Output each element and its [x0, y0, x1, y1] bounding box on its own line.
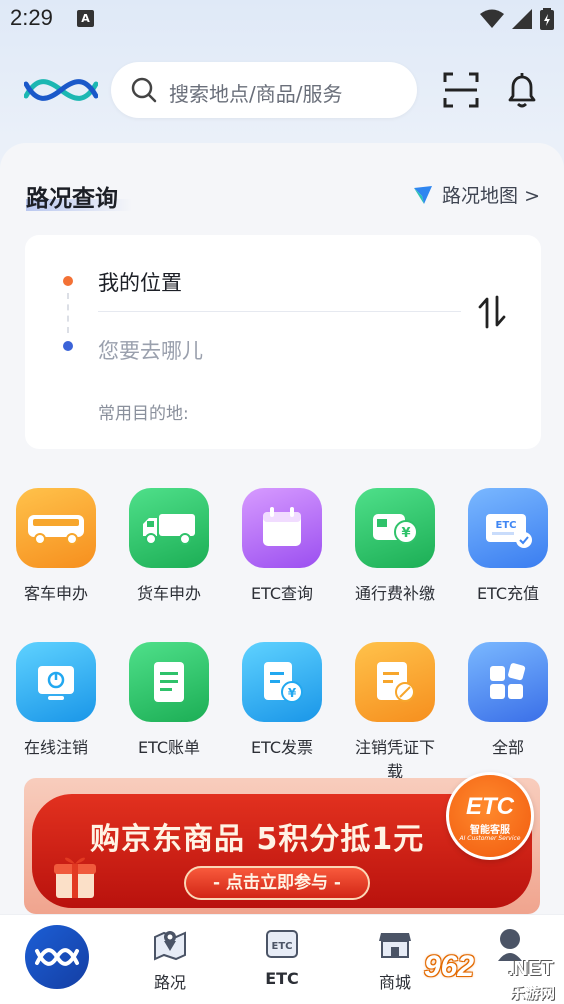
search-box[interactable]: 搜索地点/商品/服务 [111, 62, 417, 118]
service-label: 在线注销 [23, 738, 88, 757]
route-card: 我的位置 您要去哪儿 常用目的地: [25, 235, 541, 449]
top-bar: 搜索地点/商品/服务 [0, 60, 564, 120]
destination-field[interactable]: 您要去哪儿 [98, 335, 203, 365]
common-destinations-label: 常用目的地: [98, 404, 189, 424]
notification-bell-icon[interactable] [502, 70, 542, 110]
service-etc-invoice[interactable]: ¥ ETC发票 [227, 642, 337, 760]
service-etc-query[interactable]: ETC查询 [227, 488, 337, 606]
service-bus-apply[interactable]: 客车申办 [1, 488, 111, 606]
route-divider [98, 311, 461, 312]
navigation-arrow-icon [414, 185, 433, 204]
from-location-field[interactable]: 我的位置 [98, 267, 182, 297]
service-label: ETC发票 [250, 738, 314, 757]
route-line [67, 293, 69, 333]
bill-icon [129, 642, 209, 722]
svg-text:¥: ¥ [288, 686, 297, 700]
service-all[interactable]: 全部 [453, 642, 563, 760]
invoice-icon: ¥ [242, 642, 322, 722]
start-dot [63, 276, 73, 286]
service-label: ETC充值 [476, 584, 540, 603]
signal-icon [512, 9, 532, 29]
watermark-subtitle: 乐游网 [510, 984, 556, 1002]
service-label: ETC账单 [137, 738, 201, 757]
road-map-link[interactable]: 路况地图 > [412, 181, 540, 208]
nav-store-label: 商城 [378, 973, 411, 992]
search-icon [131, 77, 157, 103]
road-query-title: 路况查询 [26, 186, 118, 212]
end-dot [63, 341, 73, 351]
service-toll-payment[interactable]: ¥ 通行费补缴 [340, 488, 450, 606]
power-monitor-icon [16, 642, 96, 722]
service-online-cancel[interactable]: 在线注销 [1, 642, 111, 760]
service-label: 通行费补缴 [354, 584, 435, 603]
service-truck-apply[interactable]: 货车申办 [114, 488, 224, 606]
service-etc-recharge[interactable]: ETC ETC充值 [453, 488, 563, 606]
nav-road-tab[interactable]: 路况 [130, 927, 210, 993]
status-time: 2:29 [10, 5, 53, 30]
nav-store-tab[interactable]: 商城 [355, 927, 435, 993]
banner-cta-button[interactable]: - 点击立即参与 - [184, 866, 370, 900]
all-grid-icon [468, 642, 548, 722]
etc-card-icon: ETC [468, 488, 548, 568]
swap-icon[interactable] [477, 295, 507, 329]
svg-text:¥: ¥ [401, 526, 410, 541]
store-icon [379, 933, 411, 958]
toll-payment-icon: ¥ [355, 488, 435, 568]
banner-title: 购京东商品 5积分抵1元 [90, 822, 425, 857]
service-label: ETC查询 [250, 584, 314, 603]
service-label: 注销凭证下载 [354, 738, 435, 781]
truck-icon [129, 488, 209, 568]
battery-icon [540, 8, 554, 30]
wifi-icon [480, 9, 504, 28]
road-map-icon [154, 931, 186, 961]
road-map-link-label: 路况地图 > [442, 185, 540, 207]
watermark-brand: 962 [424, 950, 475, 983]
nav-etc-label: ETC [265, 969, 299, 988]
app-logo-icon [24, 79, 98, 101]
service-cancel-voucher-download[interactable]: 注销凭证下载 [340, 642, 450, 784]
etc-badge-title: ETC [466, 793, 514, 820]
etc-badge-english: AI Customer Service [459, 835, 521, 842]
watermark-domain: .NET [508, 958, 554, 980]
service-label: 货车申办 [136, 584, 201, 603]
svg-text:ETC: ETC [496, 520, 517, 531]
service-etc-bill[interactable]: ETC账单 [114, 642, 224, 760]
site-watermark: 962 .NET 乐游网 [424, 950, 564, 1004]
service-label: 客车申办 [23, 584, 88, 603]
service-label: 全部 [491, 738, 524, 757]
etc-badge-subtitle: 智能客服 [470, 825, 510, 836]
etc-icon: ETC [266, 930, 298, 958]
svg-text:ETC: ETC [272, 941, 293, 952]
nav-home-button[interactable] [25, 925, 89, 989]
scan-icon[interactable] [443, 72, 479, 108]
accessibility-indicator-icon: A [77, 10, 94, 27]
home-logo-icon [35, 948, 79, 966]
status-bar: 2:29 A [0, 0, 564, 40]
calendar-icon [242, 488, 322, 568]
status-icons [480, 8, 554, 30]
nav-road-label: 路况 [153, 973, 186, 992]
bus-icon [16, 488, 96, 568]
search-input[interactable]: 搜索地点/商品/服务 [169, 78, 342, 107]
etc-ai-customer-service-badge[interactable]: ETC 智能客服 AI Customer Service [446, 772, 534, 860]
voucher-icon [355, 642, 435, 722]
nav-etc-tab[interactable]: ETC ETC [242, 927, 322, 988]
